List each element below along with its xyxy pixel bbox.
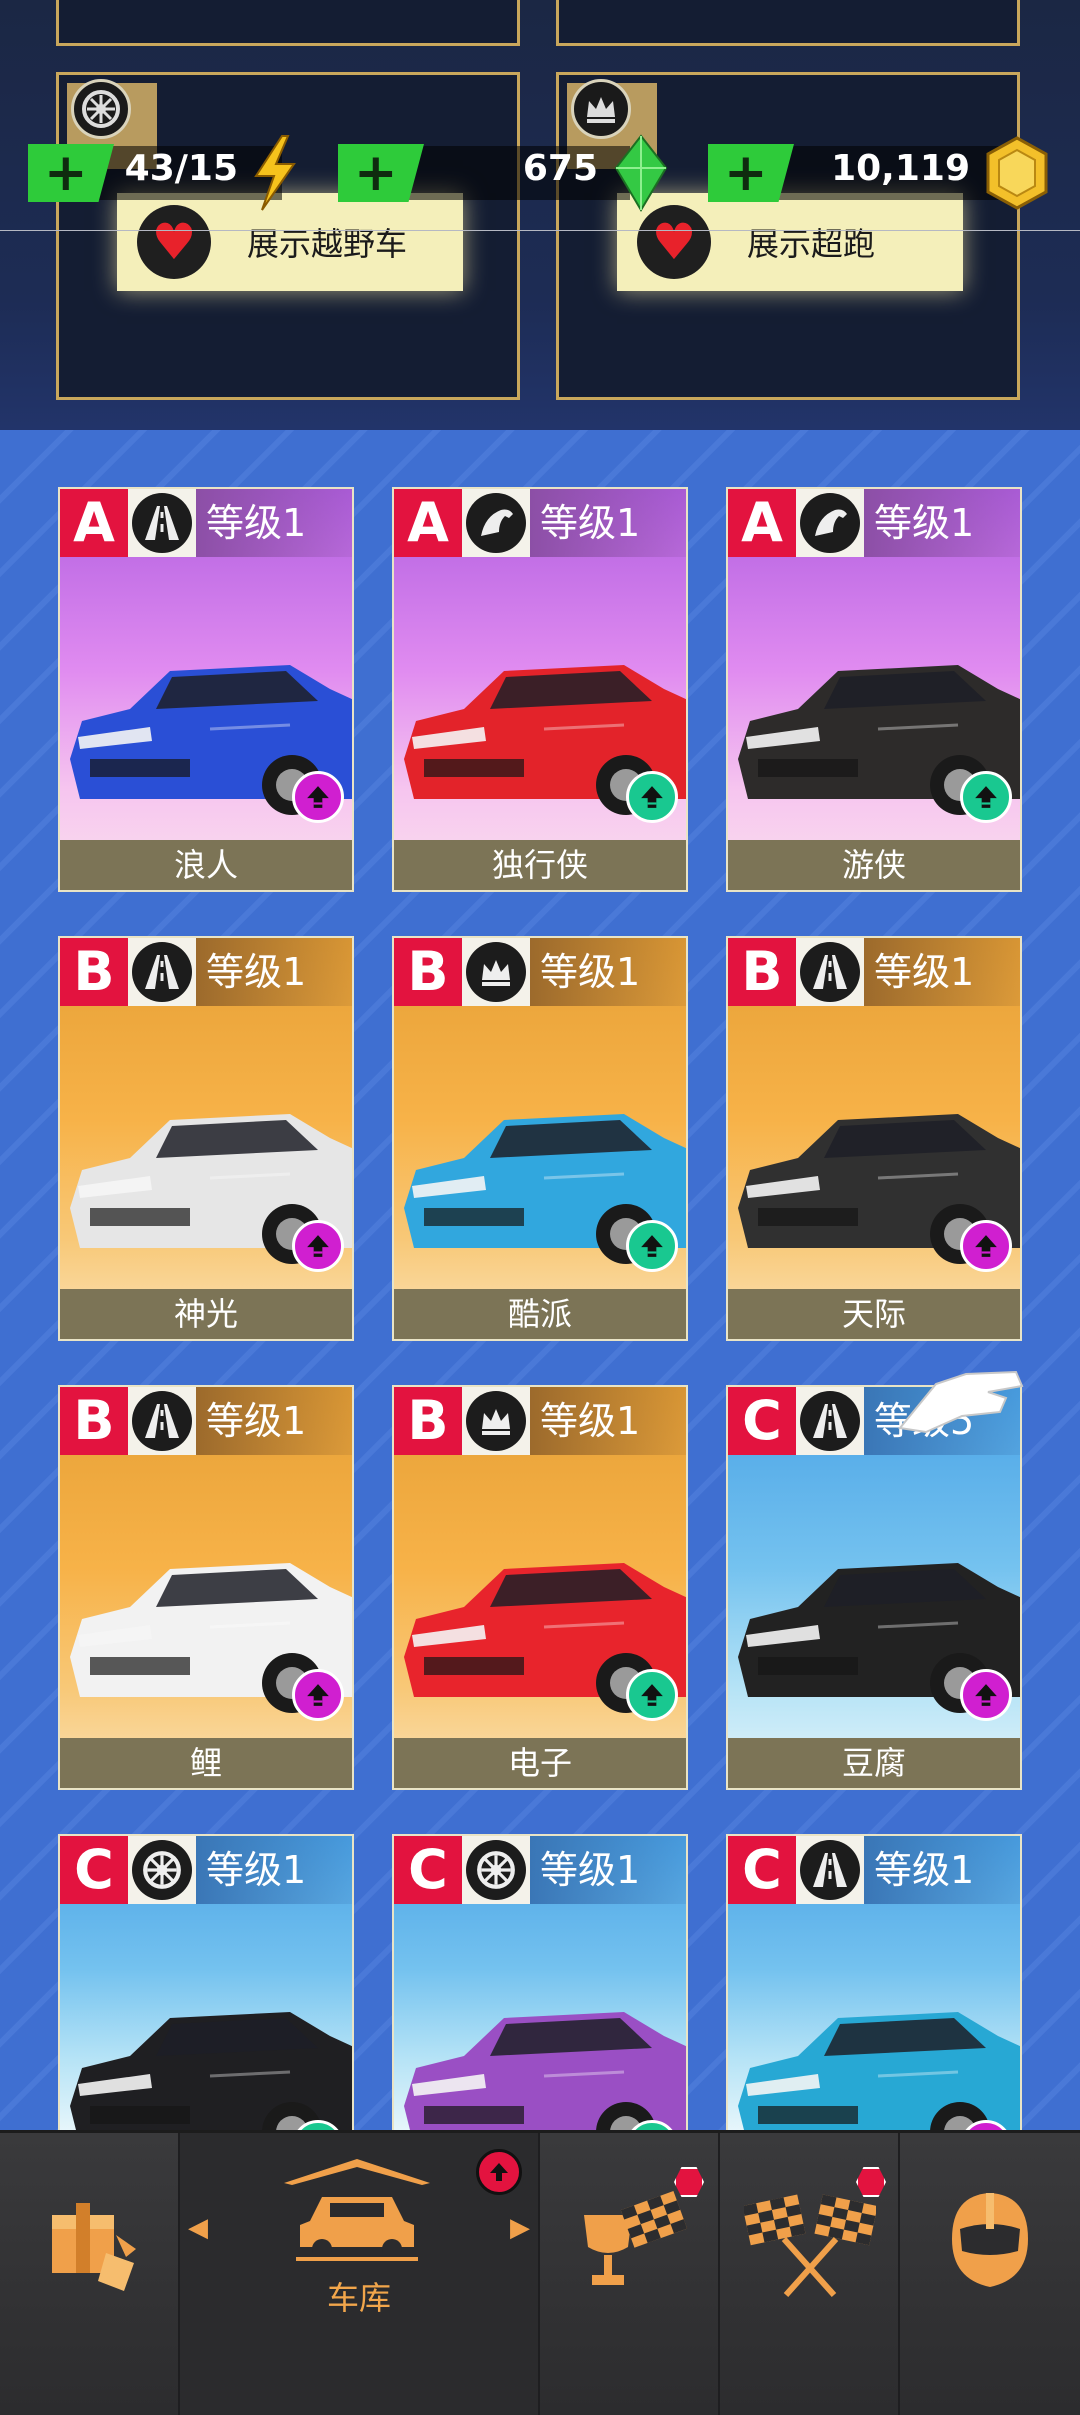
car-name: 独行侠	[394, 840, 686, 890]
car-level: 等级1	[864, 489, 1020, 557]
energy-value: 43/15	[124, 148, 238, 189]
car-name: 浪人	[60, 840, 352, 890]
car-image	[738, 2012, 1020, 2132]
car-level: 等级1	[530, 938, 686, 1006]
car-class-badge: C	[728, 1836, 796, 1904]
car-class-badge: B	[60, 938, 128, 1006]
upgrade-arrow-icon	[292, 771, 344, 823]
car-level: 等级1	[864, 1836, 1020, 1904]
car-card[interactable]: B 等级1 鲤	[58, 1385, 354, 1790]
car-name: 酷派	[394, 1289, 686, 1339]
car-class-badge: B	[728, 938, 796, 1006]
road-icon	[132, 942, 192, 1002]
upgrade-alert-icon	[476, 2149, 522, 2195]
crown-icon	[466, 942, 526, 1002]
upgrade-arrow-icon	[626, 1220, 678, 1272]
car-level: 等级1	[196, 1387, 352, 1455]
wheel-icon	[466, 1840, 526, 1900]
green-gem-icon	[614, 134, 668, 212]
nav-shop[interactable]	[0, 2133, 178, 2415]
horse-icon	[466, 493, 526, 553]
car-level: 等级1	[196, 1836, 352, 1904]
garage-car-icon	[284, 2159, 430, 2261]
car-card[interactable]: A 等级1 独行侠	[392, 487, 688, 892]
garage-car-grid: A 等级1 浪人 A 等级1 独行侠 A 等级1 游侠 B 等级1 神光 B 等级1 酷派 B 等级1 天际 B 等级…	[0, 430, 1080, 2134]
car-level: 等级1	[530, 489, 686, 557]
car-class-badge: A	[728, 489, 796, 557]
chevron-right-icon[interactable]: ▶	[510, 2213, 530, 2243]
car-level: 等级1	[196, 489, 352, 557]
car-card[interactable]: A 等级1 游侠	[726, 487, 1022, 892]
wheel-icon	[71, 79, 131, 139]
nav-profile[interactable]	[900, 2133, 1080, 2415]
car-card[interactable]: C等级5豆腐	[726, 1385, 1022, 1790]
car-card[interactable]: C 等级1	[726, 1834, 1022, 2134]
showcase-panel-prev-right	[556, 0, 1020, 46]
car-name: 豆腐	[728, 1738, 1020, 1788]
wheel-icon	[132, 1840, 192, 1900]
car-name: 游侠	[728, 840, 1020, 890]
road-icon	[132, 1391, 192, 1451]
road-icon	[800, 1840, 860, 1900]
nav-garage-label: 车库	[326, 2279, 391, 2317]
coins-value: 10,119	[831, 148, 970, 189]
gems-value: 675	[522, 148, 598, 189]
upgrade-arrow-icon	[626, 1669, 678, 1721]
road-icon	[800, 1391, 860, 1451]
road-icon	[132, 493, 192, 553]
lightning-icon	[254, 135, 296, 211]
showcase-area: ♥ 展示越野车 ♥ 展示超跑 + 43/15 + 675 + 10,119	[0, 0, 1080, 430]
upgrade-arrow-icon	[960, 771, 1012, 823]
car-class-badge: C	[60, 1836, 128, 1904]
car-card[interactable]: B 等级1 神光	[58, 936, 354, 1341]
showcase-panel-offroad[interactable]: ♥ 展示越野车	[56, 72, 520, 400]
car-image	[404, 2012, 686, 2132]
car-card[interactable]: C 等级1	[58, 1834, 354, 2134]
car-level: 等级1	[530, 1836, 686, 1904]
car-card[interactable]: B 等级1 天际	[726, 936, 1022, 1341]
car-image	[70, 2012, 352, 2132]
car-class-badge: A	[394, 489, 462, 557]
upgrade-arrow-icon	[292, 1669, 344, 1721]
car-class-badge: C	[728, 1387, 796, 1455]
pointer-hand-icon	[898, 1370, 1024, 1434]
gold-coin-icon	[986, 136, 1048, 210]
car-name: 神光	[60, 1289, 352, 1339]
upgrade-arrow-icon	[626, 771, 678, 823]
nav-garage[interactable]: ◀ 车库 ▶	[180, 2133, 538, 2415]
nav-trophy[interactable]	[540, 2133, 718, 2415]
checkered-flags-icon	[744, 2194, 876, 2297]
bottom-navigation: ◀ 车库 ▶	[0, 2130, 1080, 2415]
car-level: 等级1	[864, 938, 1020, 1006]
car-class-badge: B	[394, 938, 462, 1006]
car-class-badge: A	[60, 489, 128, 557]
trophy-flag-icon	[584, 2190, 688, 2285]
car-card[interactable]: C 等级1	[392, 1834, 688, 2134]
car-card[interactable]: A 等级1 浪人	[58, 487, 354, 892]
showcase-panel-prev-left	[56, 0, 520, 46]
showcase-panel-supercar[interactable]: ♥ 展示超跑	[556, 72, 1020, 400]
car-name: 电子	[394, 1738, 686, 1788]
car-card[interactable]: B 等级1 酷派	[392, 936, 688, 1341]
upgrade-arrow-icon	[960, 1669, 1012, 1721]
car-class-badge: B	[394, 1387, 462, 1455]
car-class-badge: C	[394, 1836, 462, 1904]
road-icon	[800, 942, 860, 1002]
resource-bar: + 43/15 + 675 + 10,119	[0, 134, 1080, 231]
car-level: 等级1	[196, 938, 352, 1006]
horse-icon	[800, 493, 860, 553]
chevron-left-icon[interactable]: ◀	[188, 2213, 208, 2243]
car-name: 鲤	[60, 1738, 352, 1788]
helmet-icon	[952, 2193, 1028, 2287]
shop-crate-icon	[52, 2203, 136, 2291]
car-name: 天际	[728, 1289, 1020, 1339]
upgrade-arrow-icon	[960, 1220, 1012, 1272]
nav-race[interactable]	[720, 2133, 898, 2415]
crown-icon	[571, 79, 631, 139]
upgrade-arrow-icon	[292, 1220, 344, 1272]
car-card[interactable]: B 等级1 电子	[392, 1385, 688, 1790]
car-class-badge: B	[60, 1387, 128, 1455]
crown-icon	[466, 1391, 526, 1451]
car-level: 等级1	[530, 1387, 686, 1455]
